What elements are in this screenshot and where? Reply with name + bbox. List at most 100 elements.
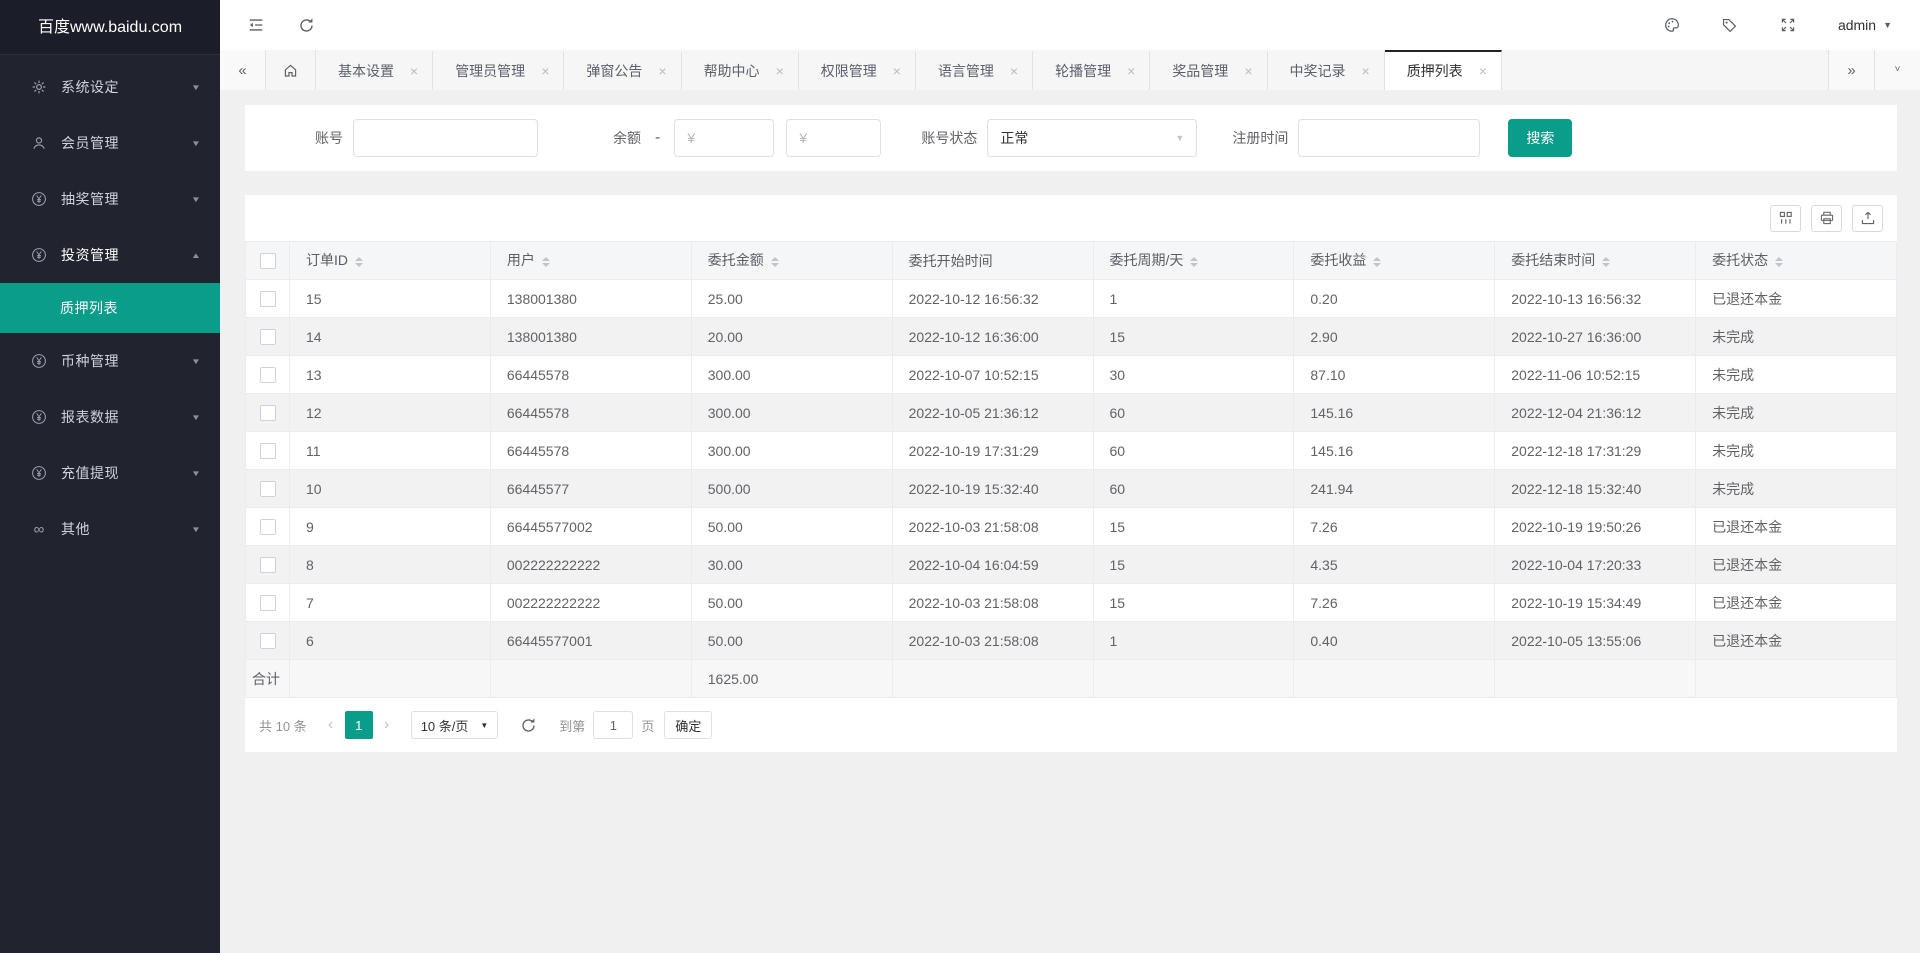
data-table: 订单ID 用户 委托金额 委托开始时间 委托周期/天 委托收益 委托结束时间 委托状态 15 1… (245, 241, 1897, 698)
table-cell: 2.90 (1293, 317, 1496, 356)
row-checkbox[interactable] (259, 519, 276, 536)
column-header[interactable]: 委托状态 (1695, 241, 1897, 280)
admin-label: admin (1837, 17, 1877, 33)
tab-close-icon[interactable]: × (776, 64, 784, 78)
current-page-button[interactable]: 1 (344, 711, 373, 739)
sidebar-item[interactable]: 会员管理 ▼ (0, 115, 220, 171)
sidebar-item-label: 系统设定 (61, 79, 119, 95)
tab-item[interactable]: 帮助中心 × (682, 50, 799, 90)
register-time-input[interactable] (1298, 119, 1481, 157)
status-select[interactable]: 正常 ▼ (987, 119, 1198, 157)
tab-label: 奖品管理 (1172, 63, 1229, 79)
sidebar-item[interactable]: 报表数据 ▼ (0, 389, 220, 445)
tab-item[interactable]: 质押列表 × (1384, 50, 1502, 90)
balance-min-input[interactable] (674, 119, 775, 157)
row-checkbox[interactable] (259, 291, 276, 308)
export-button[interactable] (1852, 204, 1883, 232)
row-checkbox[interactable] (259, 557, 276, 574)
tab-item[interactable]: 权限管理 × (799, 50, 916, 90)
balance-max-input[interactable] (786, 119, 882, 157)
sidebar-item-label: 其他 (61, 521, 90, 537)
sidebar-item[interactable]: 币种管理 ▼ (0, 333, 220, 389)
table-cell: 9 (289, 507, 491, 546)
column-header[interactable]: 订单ID (289, 241, 491, 280)
column-header-label: 委托周期/天 (1109, 252, 1184, 269)
sort-icon[interactable] (355, 253, 363, 271)
goto-page-unit: 页 (641, 718, 655, 734)
theme-palette-icon[interactable] (1662, 15, 1682, 35)
account-input[interactable] (353, 119, 538, 157)
row-checkbox[interactable] (259, 367, 276, 384)
tabs-menu-icon[interactable]: ˅ (1874, 50, 1920, 90)
search-button[interactable]: 搜索 (1508, 119, 1573, 157)
tab-item[interactable]: 弹窗公告 × (564, 50, 682, 90)
pagination-refresh-icon[interactable] (520, 717, 537, 734)
yen-circle-icon (30, 190, 48, 208)
prev-page-button[interactable]: ‹ (317, 711, 345, 739)
table-cell: 20.00 (690, 317, 893, 356)
table-cell: 2022-10-13 16:56:32 (1494, 279, 1697, 318)
tag-icon[interactable] (1720, 15, 1740, 35)
tab-item[interactable]: 中奖记录 × (1268, 50, 1385, 90)
column-header[interactable]: 委托收益 (1293, 241, 1496, 280)
row-checkbox[interactable] (259, 633, 276, 650)
sidebar-item[interactable]: 充值提现 ▼ (0, 445, 220, 501)
tabs-scroll-left-icon[interactable]: « (220, 50, 266, 90)
column-settings-button[interactable] (1770, 204, 1801, 232)
sort-icon[interactable] (770, 253, 779, 271)
tab-close-icon[interactable]: × (1479, 64, 1487, 78)
tab-close-icon[interactable]: × (1127, 64, 1135, 78)
home-tab[interactable] (266, 50, 316, 90)
table-cell: 2022-10-19 15:34:49 (1494, 583, 1697, 622)
tab-close-icon[interactable]: × (658, 64, 666, 78)
row-checkbox[interactable] (259, 595, 276, 612)
collapse-sidebar-icon[interactable] (246, 15, 266, 35)
row-checkbox[interactable] (259, 481, 276, 498)
next-page-button[interactable]: › (373, 711, 401, 739)
table-cell: 2022-12-18 17:31:29 (1494, 431, 1697, 470)
tabs-scroll-right-icon[interactable]: » (1828, 50, 1874, 90)
tab-close-icon[interactable]: × (1244, 64, 1252, 78)
sidebar-item[interactable]: ∞ 其他 ▼ (0, 501, 220, 557)
fullscreen-icon[interactable] (1778, 15, 1798, 35)
row-select-cell (245, 317, 290, 356)
tab-close-icon[interactable]: × (893, 64, 901, 78)
table-cell: 1 (1092, 621, 1295, 660)
column-header[interactable]: 委托周期/天 (1092, 241, 1295, 280)
column-header-label: 委托状态 (1712, 252, 1769, 269)
table-row: 14 138001380 20.00 2022-10-12 16:36:00 15 2.9… (245, 317, 1897, 356)
column-header[interactable]: 委托金额 (690, 241, 893, 280)
tab-close-icon[interactable]: × (1010, 64, 1018, 78)
select-all-checkbox[interactable] (259, 253, 276, 270)
row-checkbox[interactable] (259, 329, 276, 346)
column-header[interactable]: 委托结束时间 (1494, 241, 1697, 280)
sidebar-submenu-item[interactable]: 质押列表 (0, 283, 220, 333)
row-checkbox[interactable] (259, 405, 276, 422)
admin-dropdown[interactable]: admin ▼ (1838, 17, 1892, 33)
sort-icon[interactable] (541, 253, 550, 271)
sidebar-item[interactable]: 系统设定 ▼ (0, 59, 220, 115)
tab-item[interactable]: 轮播管理 × (1033, 50, 1151, 90)
sidebar-item[interactable]: 投资管理 ▲ (0, 227, 220, 283)
sidebar-item-label: 报表数据 (61, 409, 119, 425)
row-checkbox[interactable] (259, 443, 276, 460)
tab-close-icon[interactable]: × (410, 64, 418, 78)
table-cell: 2022-10-12 16:36:00 (891, 317, 1094, 356)
refresh-page-icon[interactable] (296, 15, 316, 35)
sort-icon[interactable] (1602, 253, 1611, 271)
goto-confirm-button[interactable]: 确定 (664, 711, 713, 739)
column-header[interactable]: 用户 (489, 241, 692, 280)
sort-icon[interactable] (1190, 253, 1199, 271)
tab-item[interactable]: 语言管理 × (916, 50, 1034, 90)
page-size-select[interactable]: 10 条/页 ▼ (410, 711, 499, 739)
print-button[interactable] (1811, 204, 1842, 232)
tab-close-icon[interactable]: × (1362, 64, 1370, 78)
sidebar-item[interactable]: 抽奖管理 ▼ (0, 171, 220, 227)
tab-item[interactable]: 管理员管理 × (433, 50, 565, 90)
sort-icon[interactable] (1373, 253, 1382, 271)
tab-item[interactable]: 奖品管理 × (1150, 50, 1268, 90)
goto-page-input[interactable] (593, 711, 634, 739)
tab-close-icon[interactable]: × (541, 64, 549, 78)
sort-icon[interactable] (1775, 253, 1784, 271)
tab-item[interactable]: 基本设置 × (316, 50, 434, 90)
